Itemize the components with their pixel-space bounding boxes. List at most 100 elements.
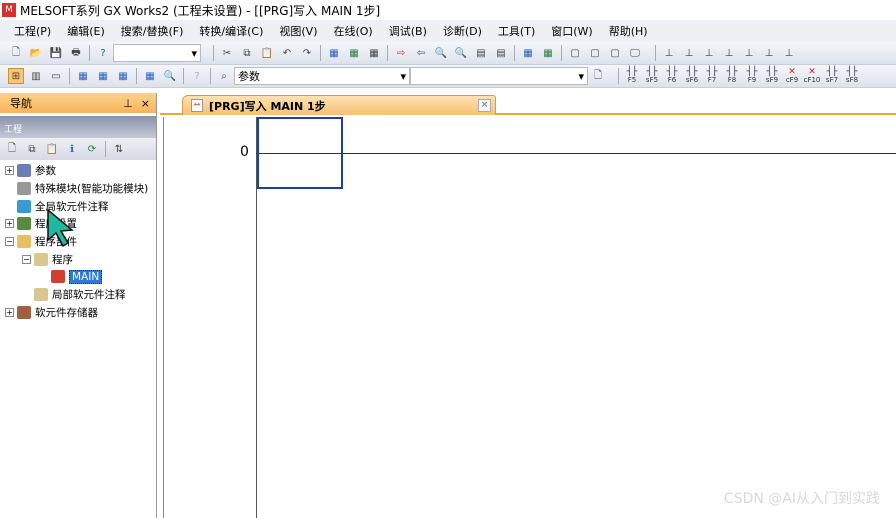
property-icon[interactable]: ℹ <box>64 141 80 157</box>
dev-replace-icon[interactable]: ▦ <box>346 45 362 61</box>
tree-item[interactable]: 全局软元件注释 <box>0 197 156 215</box>
toolbar-standard: 🗋 📂 💾 🖶 ? ▾ ✂ ⧉ 📋 ↶ ↷ ▦ ▦ ▦ ⇨ ⇦ 🔍 🔍 ▤ ▤ … <box>0 42 896 65</box>
find-tool-icon[interactable]: 🔍 <box>162 68 178 84</box>
help-icon[interactable]: ? <box>95 45 111 61</box>
tree-item[interactable]: + 参数 <box>0 162 156 180</box>
menu-3[interactable]: 转换/编译(C) <box>199 23 263 39</box>
dev-icon-3[interactable]: ▦ <box>115 68 131 84</box>
tree-item[interactable]: − 程序 <box>0 250 156 268</box>
dev-icon-1[interactable]: ▦ <box>75 68 91 84</box>
sim-stop-icon[interactable]: ▢ <box>587 45 603 61</box>
ladder-e-icon[interactable]: ⊥ <box>741 45 757 61</box>
binoculars-icon[interactable]: ⌕ <box>216 68 232 84</box>
copy-icon[interactable]: ⧉ <box>239 45 255 61</box>
paste-icon[interactable]: 📋 <box>259 45 275 61</box>
menu-10[interactable]: 帮助(H) <box>609 23 648 39</box>
copy-data-icon[interactable]: ⧉ <box>24 141 40 157</box>
dev-watch-icon[interactable]: ▦ <box>142 68 158 84</box>
ladder-g-icon[interactable]: ⊥ <box>781 45 797 61</box>
ladder-f-icon[interactable]: ⊥ <box>761 45 777 61</box>
tab-close-button[interactable]: × <box>478 99 491 112</box>
tree-item[interactable]: MAIN <box>0 268 156 286</box>
ladder-key-sF7[interactable]: ┤├ sF7 <box>822 68 842 85</box>
print-icon[interactable]: 🖶 <box>68 45 84 61</box>
refresh-icon[interactable]: ⟳ <box>84 141 100 157</box>
verify-icon[interactable]: 🔍 <box>433 45 449 61</box>
save-icon[interactable]: 💾 <box>48 45 64 61</box>
ladder-key-F6[interactable]: ┤├ F6 <box>662 68 682 85</box>
param-combo[interactable]: 参数 ▾ <box>234 67 410 85</box>
cut-icon[interactable]: ✂ <box>219 45 235 61</box>
menu-6[interactable]: 调试(B) <box>389 23 427 39</box>
tree-item[interactable]: +程序设置 <box>0 215 156 233</box>
menu-2[interactable]: 搜索/替换(F) <box>121 23 184 39</box>
sim-start-icon[interactable]: ▢ <box>567 45 583 61</box>
tree-item[interactable]: 局部软元件注释 <box>0 286 156 304</box>
menu-0[interactable]: 工程(P) <box>14 23 51 39</box>
find-doc-icon[interactable]: 🗋 <box>590 68 606 84</box>
remote-icon[interactable]: ▤ <box>473 45 489 61</box>
new-data-icon[interactable]: 🗋 <box>4 141 20 157</box>
ladder-key-sF8[interactable]: ┤├ sF8 <box>842 68 862 85</box>
help-disabled-icon[interactable]: ? <box>189 68 205 84</box>
expand-toggle[interactable]: − <box>22 254 31 264</box>
ladder-d-icon[interactable]: ⊥ <box>721 45 737 61</box>
menu-9[interactable]: 窗口(W) <box>551 23 592 39</box>
write-plc-icon[interactable]: ⇨ <box>393 45 409 61</box>
ladder-key-F9[interactable]: ┤├ F9 <box>742 68 762 85</box>
tree-item[interactable]: − 程序部件 <box>0 233 156 251</box>
dev-search-icon[interactable]: ▦ <box>326 45 342 61</box>
open-icon[interactable]: 📂 <box>28 45 44 61</box>
ladder-key-F5[interactable]: ┤├ F5 <box>622 68 642 85</box>
target-combo[interactable]: ▾ <box>410 67 588 85</box>
sim-icon[interactable]: ▢ <box>607 45 623 61</box>
ladder-key-sF6[interactable]: ┤├ sF6 <box>682 68 702 85</box>
read-plc-icon[interactable]: ⇦ <box>413 45 429 61</box>
parts-icon[interactable]: ▥ <box>28 68 44 84</box>
tree-item[interactable]: 特殊模块(智能功能模块) <box>0 180 156 198</box>
monitor-icon[interactable]: 🔍 <box>453 45 469 61</box>
menu-5[interactable]: 在线(O) <box>333 23 372 39</box>
ladder-c-icon[interactable]: ⊥ <box>701 45 717 61</box>
undo-icon[interactable]: ↶ <box>279 45 295 61</box>
ladder-a-icon[interactable]: ⊥ <box>661 45 677 61</box>
ladder-key-F8[interactable]: ┤├ F8 <box>722 68 742 85</box>
menu-7[interactable]: 诊断(D) <box>443 23 482 39</box>
ladder-key-cF9[interactable]: ✕ cF9 <box>782 68 802 85</box>
dev-batch-icon[interactable]: ▦ <box>366 45 382 61</box>
ladder-b-icon[interactable]: ⊥ <box>681 45 697 61</box>
menu-4[interactable]: 视图(V) <box>279 23 317 39</box>
search-combo[interactable]: ▾ <box>113 44 201 62</box>
pin-icon[interactable]: ⊥ <box>123 97 133 110</box>
paste-data-icon[interactable]: 📋 <box>44 141 60 157</box>
ladder-key-cF10[interactable]: ✕ cF10 <box>802 68 822 85</box>
tree-item-label: 特殊模块(智能功能模块) <box>35 183 149 196</box>
ladder-key-sF9[interactable]: ┤├ sF9 <box>762 68 782 85</box>
ladder-cursor[interactable] <box>257 117 343 189</box>
screen-icon[interactable]: 🖵 <box>627 45 643 61</box>
ladder-key-sF5[interactable]: ┤├ sF5 <box>642 68 662 85</box>
tree-item[interactable]: + 软元件存储器 <box>0 304 156 322</box>
menu-1[interactable]: 编辑(E) <box>67 23 105 39</box>
device-entry-icon[interactable]: ▦ <box>540 45 556 61</box>
expand-toggle[interactable]: + <box>5 166 14 176</box>
app-icon: M <box>2 3 16 17</box>
ladder-editor[interactable]: 0 <box>163 117 896 518</box>
new-file-icon[interactable]: 🗋 <box>8 45 24 61</box>
close-icon[interactable]: × <box>141 97 150 110</box>
ladder-key-F7[interactable]: ┤├ F7 <box>702 68 722 85</box>
expand-toggle[interactable]: − <box>5 237 14 247</box>
sort-icon[interactable]: ⇅ <box>111 141 127 157</box>
navigation-toolbar: 🗋 ⧉ 📋 ℹ ⟳ ⇅ <box>0 138 156 160</box>
stop-icon[interactable]: ▤ <box>493 45 509 61</box>
dev-icon-2[interactable]: ▦ <box>95 68 111 84</box>
window-icon[interactable]: ▭ <box>48 68 64 84</box>
redo-icon[interactable]: ↷ <box>299 45 315 61</box>
device-batch-icon[interactable]: ▦ <box>520 45 536 61</box>
tab-main-program[interactable]: ⇿ [PRG]写入 MAIN 1步 × <box>182 95 496 115</box>
menu-8[interactable]: 工具(T) <box>498 23 535 39</box>
navigation-toggle-icon[interactable]: ⊞ <box>8 68 24 84</box>
expand-toggle[interactable]: + <box>5 219 14 229</box>
key-label: F8 <box>727 76 737 84</box>
expand-toggle[interactable]: + <box>5 307 14 317</box>
